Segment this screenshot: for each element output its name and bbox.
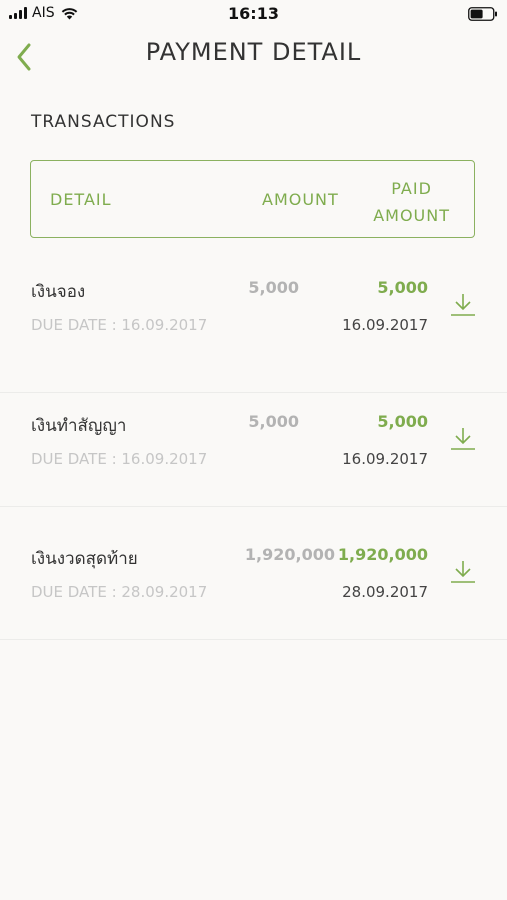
column-header-detail: DETAIL: [50, 190, 112, 209]
transaction-due-date: DUE DATE : 16.09.2017: [31, 450, 208, 468]
download-icon: [451, 294, 475, 316]
column-header-paid-amount: PAID AMOUNT: [373, 175, 450, 229]
transaction-row: เงินงวดสุดท้าย 1,920,000 1,920,000 DUE D…: [0, 507, 507, 640]
transaction-name: เงินจอง: [31, 282, 86, 302]
download-button[interactable]: [450, 426, 476, 452]
transaction-paid-amount: 5,000: [377, 278, 428, 297]
nav-bar: PAYMENT DETAIL: [0, 28, 507, 78]
status-bar: AIS 16:13: [0, 0, 507, 28]
transaction-name: เงินทำสัญญา: [31, 416, 127, 436]
transaction-due-date: DUE DATE : 16.09.2017: [31, 316, 208, 334]
transaction-paid-amount: 1,920,000: [337, 545, 428, 564]
transaction-amount: 1,920,000: [244, 545, 335, 564]
page-title: PAYMENT DETAIL: [145, 38, 362, 66]
transaction-paid-date: 16.09.2017: [342, 450, 428, 468]
column-header-paid-line2: AMOUNT: [373, 206, 450, 225]
transaction-amount: 5,000: [248, 278, 299, 297]
section-title-transactions: TRANSACTIONS: [31, 112, 176, 132]
transaction-row: เงินทำสัญญา 5,000 5,000 DUE DATE : 16.09…: [0, 374, 507, 507]
download-icon: [451, 428, 475, 450]
transaction-name: เงินงวดสุดท้าย: [31, 549, 138, 569]
transaction-paid-date: 16.09.2017: [342, 316, 428, 334]
transaction-amount: 5,000: [248, 412, 299, 431]
transaction-paid-date: 28.09.2017: [342, 583, 428, 601]
table-header: DETAIL AMOUNT PAID AMOUNT: [30, 160, 475, 238]
download-button[interactable]: [450, 559, 476, 585]
column-header-paid-line1: PAID: [391, 179, 432, 198]
column-header-amount: AMOUNT: [262, 190, 339, 209]
download-icon: [451, 561, 475, 583]
clock: 16:13: [228, 4, 279, 23]
transaction-due-date: DUE DATE : 28.09.2017: [31, 583, 208, 601]
battery-icon: [468, 7, 497, 21]
download-button[interactable]: [450, 292, 476, 318]
transaction-paid-amount: 5,000: [377, 412, 428, 431]
